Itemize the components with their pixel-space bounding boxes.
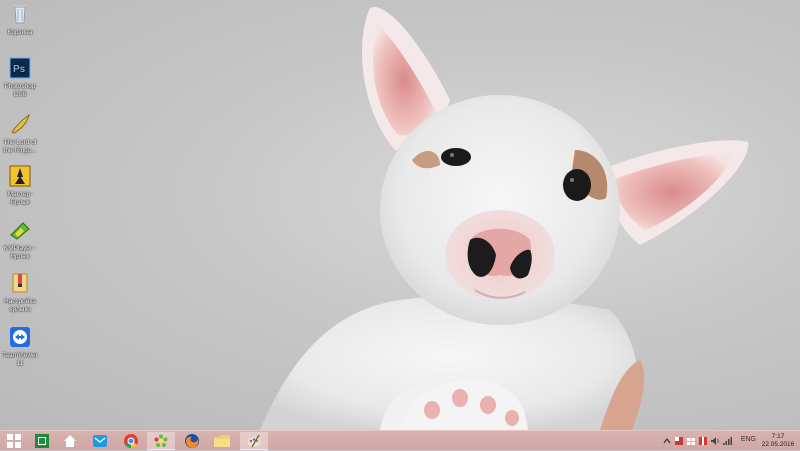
start-button[interactable] (0, 432, 28, 450)
flag-icon[interactable] (674, 435, 684, 447)
teamviewer-icon (10, 327, 30, 347)
clock-date: 22.05.2016 (761, 441, 795, 448)
home-icon (64, 435, 76, 447)
firefox-icon (185, 434, 199, 448)
archive-file-icon (12, 273, 28, 293)
paint-palette-icon (247, 434, 261, 448)
chevron-up-icon[interactable] (662, 435, 672, 447)
folder-icon (214, 435, 230, 447)
desktop-icon-neat-archive[interactable]: Настройка ярлыки (1, 272, 39, 314)
antivirus-icon[interactable] (698, 435, 708, 447)
desktop-icon-lord-of-the-rings[interactable]: The Lord of the Rings... (1, 113, 39, 155)
excel-icon (35, 434, 49, 448)
desktop-icon-teamviewer[interactable]: TeamViewer 11 (1, 326, 39, 368)
photoshop-icon: Ps (9, 57, 31, 79)
desktop-wallpaper[interactable] (0, 0, 800, 430)
desktop-icon-photoshop[interactable]: Ps Photoshop CS6 (1, 57, 39, 99)
taskbar-home-button[interactable] (56, 432, 84, 450)
desktop-icon-kmplayer[interactable]: KMPlayer - Ярлык (1, 219, 39, 261)
taskbar-firefox-button[interactable] (178, 432, 206, 450)
clock-time: 7:17 (771, 433, 785, 440)
icq-flower-icon (154, 434, 168, 447)
desktop-icon-label: Настройка ярлыки (4, 298, 36, 313)
taskbar-explorer-button[interactable] (208, 432, 236, 450)
windows-logo-icon (7, 434, 21, 448)
windows-update-icon[interactable] (686, 435, 696, 447)
desktop-icon-label: Корзина (7, 29, 33, 36)
taskbar-icq-button[interactable] (147, 432, 175, 450)
taskbar-mail-button[interactable] (86, 432, 114, 450)
desktop-icon-recycle-bin[interactable]: Корзина (1, 3, 39, 37)
desktop-icon-label: KMPlayer - Ярлык (3, 245, 37, 260)
speaker-volume-icon[interactable] (710, 435, 720, 447)
wizard-game-icon (9, 165, 31, 187)
network-signal-icon[interactable] (722, 435, 732, 447)
mail-icon (93, 435, 107, 447)
desktop-icon-label: The Lord of the Rings... (3, 139, 37, 154)
puppy-wallpaper-image (260, 6, 749, 430)
language-indicator[interactable]: ENG (741, 436, 756, 443)
taskbar-paint-button[interactable] (240, 432, 268, 450)
taskbar-excel-button[interactable] (28, 432, 56, 450)
taskbar-chrome-button[interactable] (117, 432, 145, 450)
desktop-icon-master[interactable]: Мастер-Ярлык (1, 165, 39, 207)
taskbar: ENG 7:17 22.05.2016 (0, 430, 800, 450)
system-clock[interactable]: 7:17 22.05.2016 (758, 433, 798, 449)
svg-text:Ps: Ps (13, 64, 26, 75)
desktop-icon-label: Мастер-Ярлык (7, 191, 33, 206)
desktop-icon-label: Photoshop CS6 (4, 83, 36, 98)
desktop-icon-label: TeamViewer 11 (2, 352, 38, 367)
feather-quill-icon (11, 113, 30, 134)
kmplayer-icon (10, 222, 30, 240)
chrome-icon (124, 434, 138, 448)
recycle-bin-icon (14, 5, 26, 24)
